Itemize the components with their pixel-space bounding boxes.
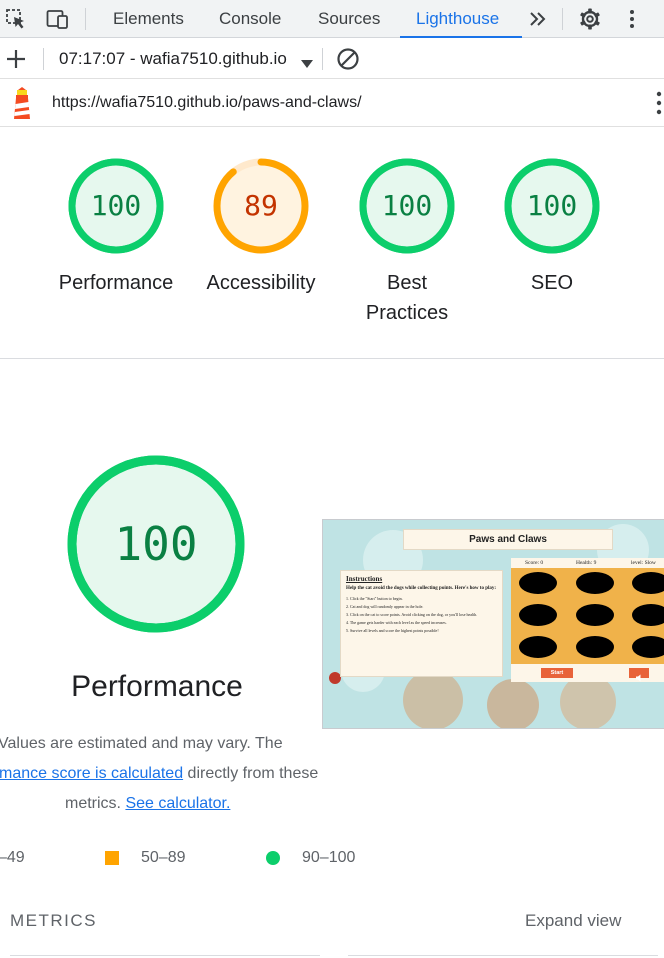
best-practices-score: 100 [381,189,433,222]
game-score: Score: 0 [525,560,544,566]
speaker-icon [629,668,649,682]
audited-url-bar: https://wafia7510.github.io/paws-and-cla… [0,80,664,127]
game-title-bar: Paws and Claws [403,529,613,550]
accessibility-label: Accessibility [206,272,316,294]
instruction-step: 2. Cat and dog will randomly appear in t… [346,604,424,609]
description-text: metrics. [65,795,126,812]
game-health: Health: 9 [576,560,597,566]
instructions-panel: Instructions Help the cat avoid the dogs… [340,570,503,677]
seo-score: 100 [526,189,578,222]
final-screenshot-thumbnail[interactable]: Paws and Claws Instructions Help the cat… [322,519,664,729]
game-board [511,568,664,664]
clear-block-icon[interactable] [336,48,360,70]
game-title: Paws and Claws [469,534,547,545]
metrics-heading: METRICS [10,911,97,930]
audited-url: https://wafia7510.github.io/paws-and-cla… [52,94,362,111]
legend-average-range: 50–89 [141,849,186,866]
instructions-intro: Help the cat avoid the dogs while collec… [346,586,497,591]
tab-console[interactable]: Console [219,0,281,38]
game-level: level: Slow [631,560,656,566]
performance-description-line: mance score is calculated directly from … [0,759,318,789]
inspect-element-icon[interactable] [4,8,28,30]
instruction-step: 4. The game gets harder with each level … [346,620,447,625]
lighthouse-logo-icon [9,86,35,124]
tab-lighthouse[interactable]: Lighthouse [416,0,499,38]
legend-fail-range: –49 [0,849,25,866]
expand-view-toggle[interactable]: Expand view [525,911,621,931]
best-practices-label-line: Practices [365,302,449,324]
kebab-menu-icon[interactable] [620,8,644,30]
devtools-tab-bar: Elements Console Sources Lighthouse [0,0,664,38]
instruction-step: 1. Click the "Start" button to begin. [346,596,403,601]
plus-icon[interactable] [4,48,28,70]
toolbar-divider [85,8,86,30]
instruction-step: 3. Click on the cat to score points. Avo… [346,612,478,617]
pass-circle-icon [266,851,280,865]
more-tabs-icon[interactable] [526,8,550,30]
game-start-button: Start [541,668,573,678]
toolbar-divider [562,8,563,30]
game-controls: Start [511,664,664,682]
tab-sources[interactable]: Sources [318,0,380,38]
settings-gear-icon[interactable] [578,8,602,30]
toolbar-divider [322,48,323,70]
instruction-step: 5. Survive all levels and score the high… [346,628,439,633]
seo-label: SEO [530,272,574,294]
performance-score: 100 [90,189,142,222]
metric-row-divider [10,955,320,956]
description-text: directly from these [183,765,319,782]
performance-heading: Performance [71,670,243,703]
legend-pass-range: 90–100 [302,849,356,866]
accessibility-score: 89 [244,189,278,222]
kebab-menu-icon[interactable] [650,90,664,120]
performance-description-line: metrics. See calculator. [65,789,230,819]
toolbar-divider [43,48,44,70]
section-divider [0,358,664,359]
game-stats-bar: Score: 0 Health: 9 level: Slow [511,558,664,568]
performance-label: Performance [58,272,174,294]
report-select[interactable]: 07:17:07 - wafia7510.github.io [59,39,287,79]
best-practices-label-line: Best [386,272,428,294]
dropdown-caret-icon[interactable] [300,54,314,73]
average-square-icon [105,851,119,865]
report-selector-bar: 07:17:07 - wafia7510.github.io [0,39,664,79]
best-practices-label: Best Practices [342,268,472,328]
score-calculation-link[interactable]: mance score is calculated [0,765,183,782]
see-calculator-link[interactable]: See calculator. [125,795,230,812]
performance-description-line: Values are estimated and may vary. The [0,735,283,752]
instructions-heading: Instructions [346,575,383,583]
active-tab-indicator [400,36,522,38]
performance-big-score: 100 [114,517,198,571]
metric-row-divider [348,955,658,956]
device-toolbar-icon[interactable] [46,8,70,30]
tab-elements[interactable]: Elements [113,0,184,38]
